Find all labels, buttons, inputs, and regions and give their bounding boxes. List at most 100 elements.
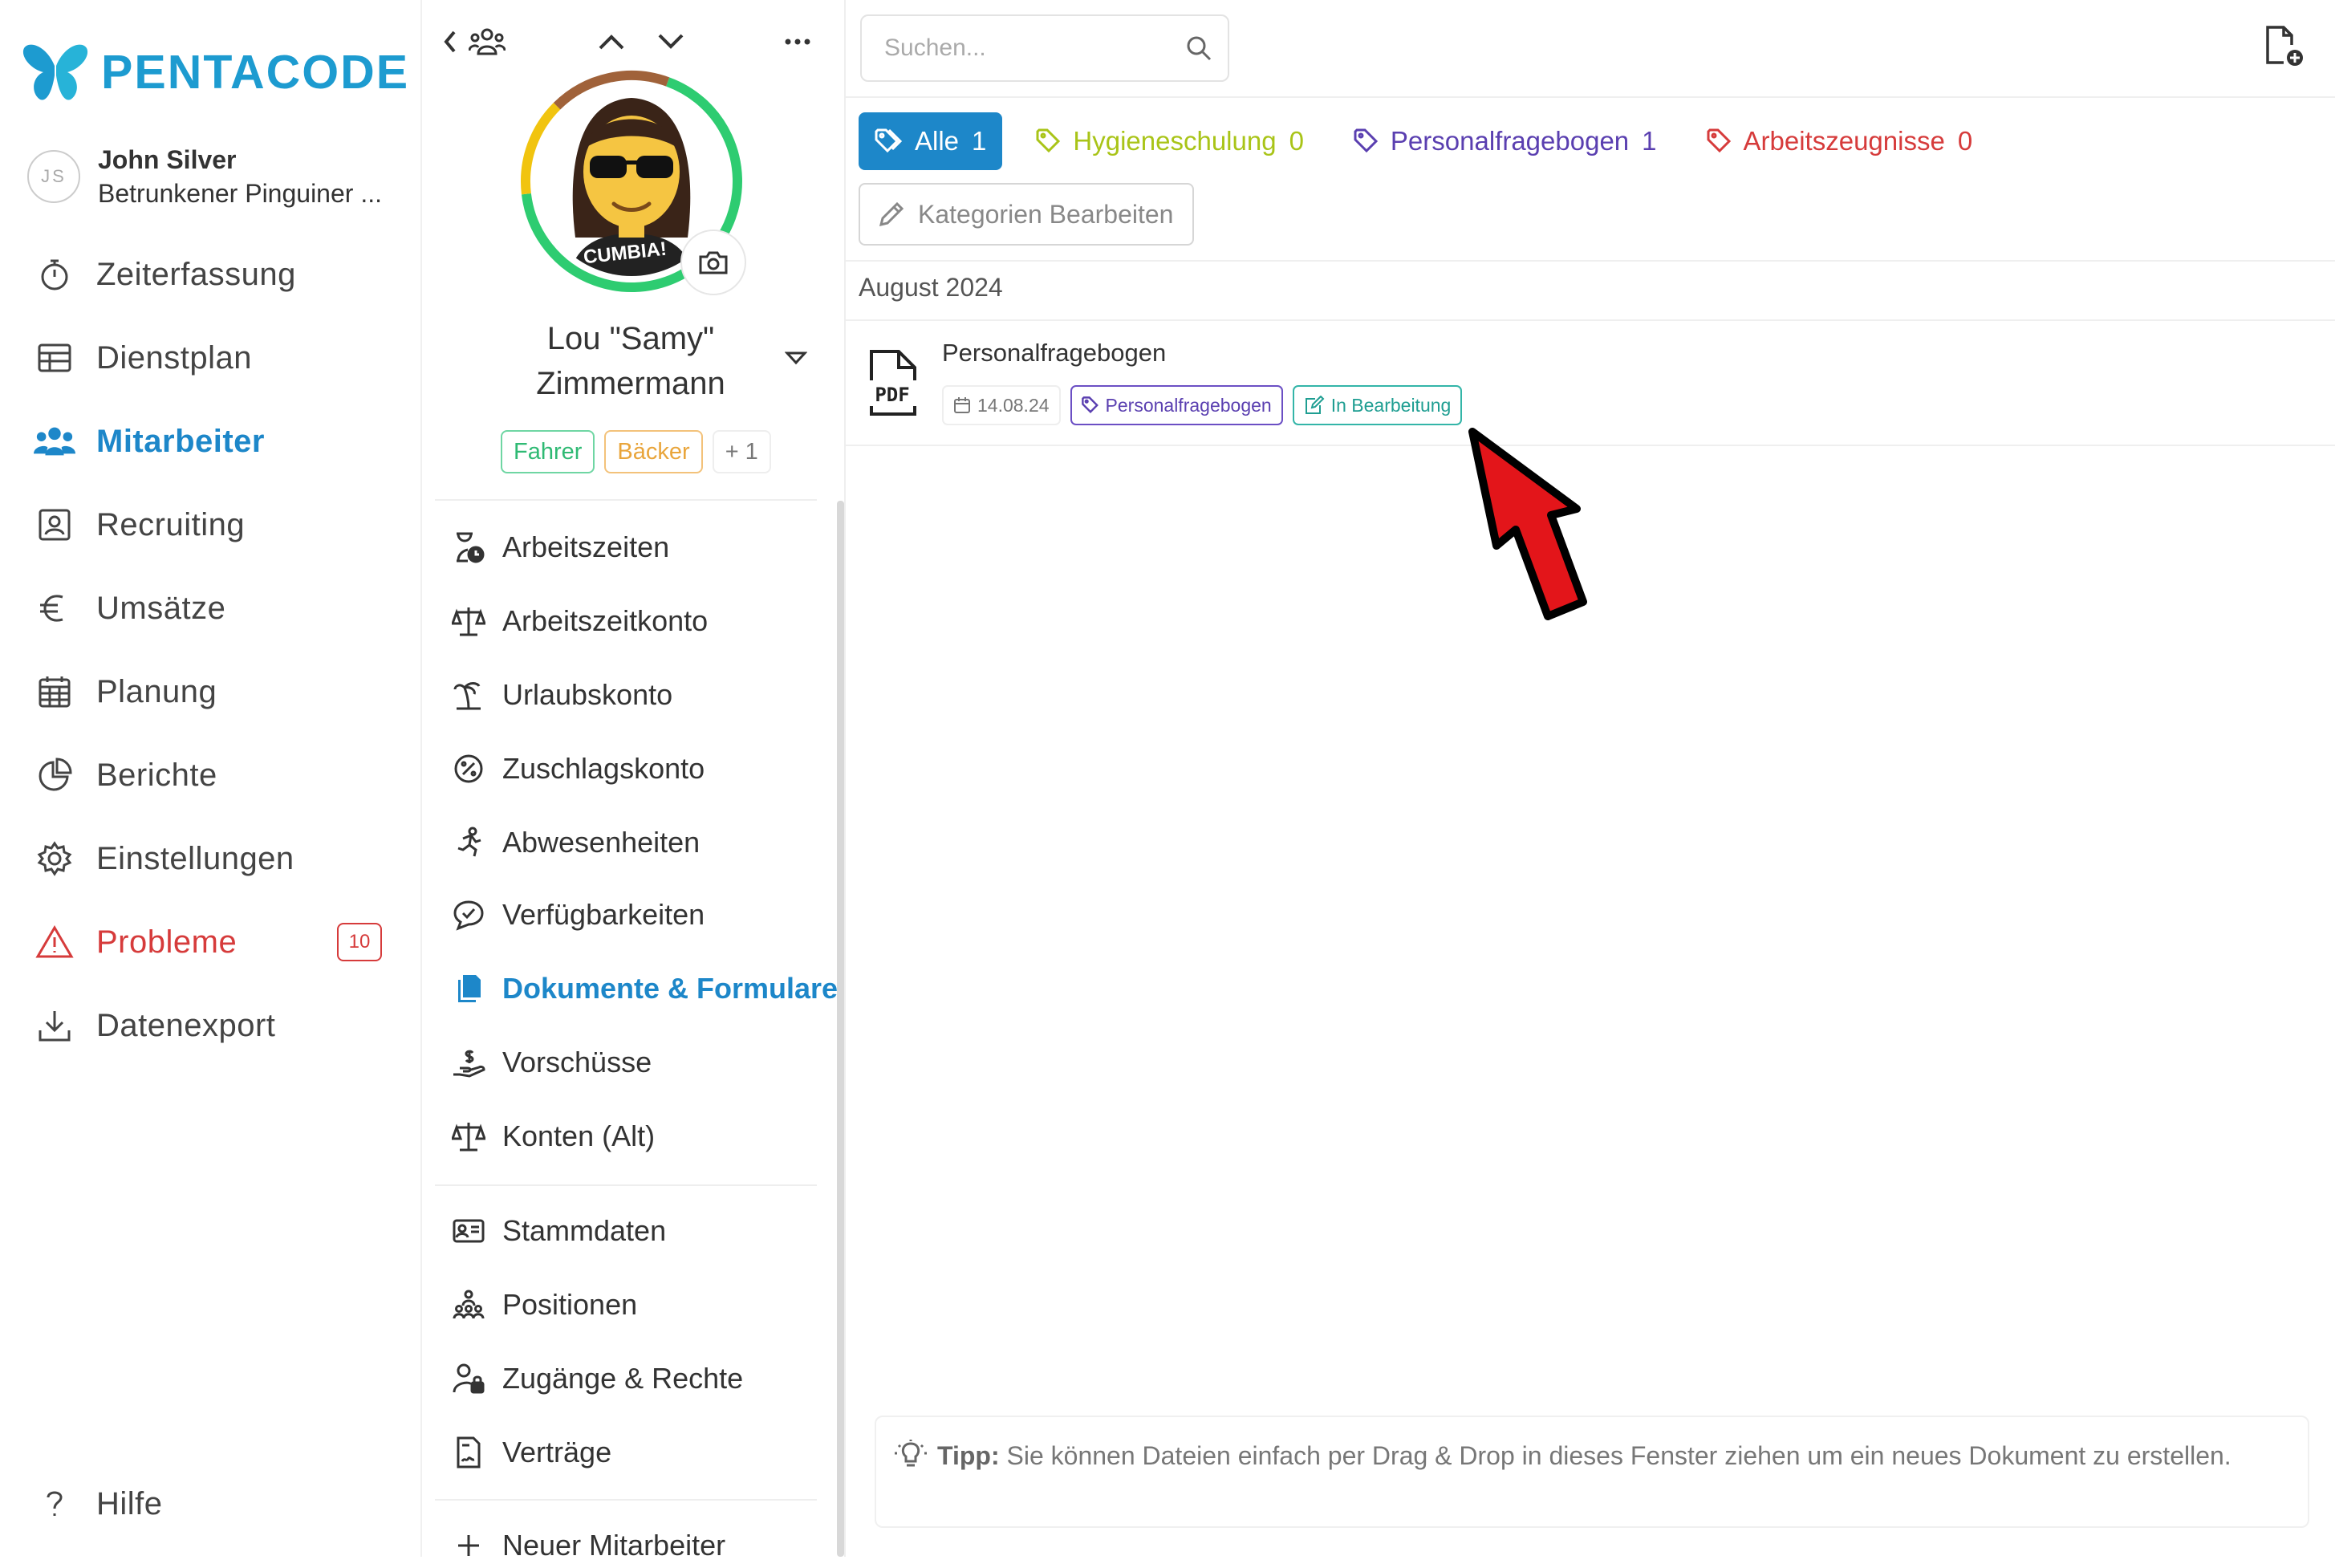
filter-count: 1 xyxy=(972,126,987,156)
tag-baecker[interactable]: Bäcker xyxy=(604,430,703,473)
stopwatch-icon xyxy=(34,254,75,295)
menu-item-arbeitszeiten[interactable]: Arbeitszeiten xyxy=(451,525,669,570)
warning-icon xyxy=(34,921,75,963)
user-avatar: JS xyxy=(27,150,80,203)
menu-item-stammdaten[interactable]: Stammdaten xyxy=(451,1208,666,1253)
nav-item-zeiterfassung[interactable]: Zeiterfassung xyxy=(34,250,296,299)
user-name: John Silver xyxy=(98,145,237,174)
document-category-chip[interactable]: Personalfragebogen xyxy=(1070,385,1283,425)
file-type-label: PDF xyxy=(875,384,909,406)
menu-label: Arbeitszeitkonto xyxy=(502,604,709,637)
menu-item-verfuegbarkeiten[interactable]: Verfügbarkeiten xyxy=(451,892,705,937)
calendar-icon xyxy=(953,396,971,414)
documents-icon xyxy=(451,971,486,1006)
menu-item-urlaubskonto[interactable]: Urlaubskonto xyxy=(451,672,672,717)
contract-icon xyxy=(451,1435,486,1470)
nav-label: Recruiting xyxy=(96,506,246,542)
nav-item-berichte[interactable]: Berichte xyxy=(34,751,217,799)
menu-item-zuschlagskonto[interactable]: Zuschlagskonto xyxy=(451,746,705,791)
employee-panel: CUMBIA! Lou "Samy" Zimmermann Fahrer Bäc… xyxy=(422,0,844,1562)
menu-item-positionen[interactable]: Positionen xyxy=(451,1282,637,1327)
nav-item-mitarbeiter[interactable]: Mitarbeiter xyxy=(34,417,265,465)
category-filters: Alle 1 Hygieneschulung 0 Personalfragebo… xyxy=(859,112,2006,170)
filter-count: 0 xyxy=(1957,126,1973,156)
nav-item-probleme[interactable]: Probleme 10 xyxy=(34,918,387,966)
menu-label: Abwesenheiten xyxy=(502,826,700,859)
nav-item-einstellungen[interactable]: Einstellungen xyxy=(34,835,294,883)
menu-label: Zuschlagskonto xyxy=(502,752,705,785)
table-icon xyxy=(34,337,75,379)
user-company: Betrunkener Pinguiner ... xyxy=(98,179,382,208)
percent-badge-icon xyxy=(451,751,486,786)
menu-label: Dokumente & Formulare xyxy=(502,972,839,1005)
pencil-icon xyxy=(878,201,905,228)
filter-label: Arbeitszeugnisse xyxy=(1743,126,1945,156)
document-status: In Bearbeitung xyxy=(1330,394,1452,416)
divider xyxy=(435,499,817,501)
menu-item-abwesenheiten[interactable]: Abwesenheiten xyxy=(451,820,700,865)
filter-count: 1 xyxy=(1642,126,1657,156)
document-meta: 14.08.24 Personalfragebogen In Bearbeitu… xyxy=(942,385,1463,425)
tag-icon xyxy=(1081,396,1099,414)
search-icon[interactable] xyxy=(1184,34,1213,63)
menu-label: Vorschüsse xyxy=(502,1046,652,1079)
filter-label: Hygieneschulung xyxy=(1073,126,1277,156)
menu-label: Verfügbarkeiten xyxy=(502,898,705,931)
previous-employee-button[interactable] xyxy=(597,22,626,61)
filter-personalfragebogen[interactable]: Personalfragebogen 1 xyxy=(1338,112,1673,170)
search-box[interactable] xyxy=(860,14,1229,82)
nav-item-hilfe[interactable]: Hilfe xyxy=(34,1480,163,1528)
scrollbar[interactable] xyxy=(837,501,844,1557)
nav-label: Mitarbeiter xyxy=(96,423,265,459)
edit-categories-button[interactable]: Kategorien Bearbeiten xyxy=(859,183,1194,246)
nav-label: Planung xyxy=(96,673,217,709)
nav-label: Zeiterfassung xyxy=(96,256,296,292)
pentacode-logo[interactable]: PENTACODE xyxy=(22,42,409,103)
employee-name: Lou "Samy" Zimmermann xyxy=(470,316,791,406)
tag-icon xyxy=(1707,128,1732,154)
search-input[interactable] xyxy=(883,34,1172,63)
tag-fahrer[interactable]: Fahrer xyxy=(501,430,595,473)
problems-count-badge: 10 xyxy=(337,923,382,961)
divider xyxy=(846,260,2335,262)
gear-icon xyxy=(34,838,75,879)
nav-item-dienstplan[interactable]: Dienstplan xyxy=(34,334,252,382)
filter-alle[interactable]: Alle 1 xyxy=(859,112,1003,170)
camera-icon xyxy=(698,250,729,275)
nav-item-datenexport[interactable]: Datenexport xyxy=(34,1001,275,1050)
next-employee-button[interactable] xyxy=(656,22,685,61)
check-bubble-icon xyxy=(451,897,486,932)
employee-tags: Fahrer Bäcker + 1 xyxy=(501,430,771,473)
edit-categories-label: Kategorien Bearbeiten xyxy=(918,199,1174,229)
hand-money-icon xyxy=(451,1045,486,1080)
document-status-chip[interactable]: In Bearbeitung xyxy=(1292,385,1463,425)
caret-down-icon xyxy=(785,350,807,366)
tag-more[interactable]: + 1 xyxy=(712,430,771,473)
running-person-icon xyxy=(451,825,486,860)
menu-item-arbeitszeitkonto[interactable]: Arbeitszeitkonto xyxy=(451,599,708,644)
menu-item-dokumente-formulare[interactable]: Dokumente & Formulare xyxy=(451,966,838,1011)
employee-dropdown-toggle[interactable] xyxy=(785,350,807,366)
employee-name-line2: Zimmermann xyxy=(536,366,725,401)
new-document-button[interactable] xyxy=(2261,24,2306,69)
nav-label: Umsätze xyxy=(96,590,226,626)
user-profile[interactable]: JS John Silver Betrunkener Pinguiner ... xyxy=(27,143,382,210)
divider xyxy=(435,1499,817,1501)
change-photo-button[interactable] xyxy=(680,230,746,295)
document-title[interactable]: Personalfragebogen xyxy=(942,339,1166,368)
filter-hygieneschulung[interactable]: Hygieneschulung 0 xyxy=(1020,112,1320,170)
nav-item-umsaetze[interactable]: Umsätze xyxy=(34,584,225,632)
back-to-list-button[interactable] xyxy=(441,22,506,61)
menu-item-konten-alt[interactable]: Konten (Alt) xyxy=(451,1114,655,1159)
new-employee-button[interactable]: Neuer Mitarbeiter xyxy=(451,1523,725,1568)
menu-item-vertraege[interactable]: Verträge xyxy=(451,1430,611,1475)
more-options-button[interactable] xyxy=(785,22,810,61)
filter-arbeitszeugnisse[interactable]: Arbeitszeugnisse 0 xyxy=(1691,112,1989,170)
menu-item-zugaenge-rechte[interactable]: Zugänge & Rechte xyxy=(451,1356,743,1401)
tip-label: Tipp: xyxy=(937,1441,1000,1470)
menu-item-vorschuesse[interactable]: Vorschüsse xyxy=(451,1040,652,1085)
nav-item-planung[interactable]: Planung xyxy=(34,668,217,716)
nav-item-recruiting[interactable]: Recruiting xyxy=(34,501,245,549)
people-icon xyxy=(34,420,75,462)
chevron-up-icon xyxy=(597,32,626,51)
